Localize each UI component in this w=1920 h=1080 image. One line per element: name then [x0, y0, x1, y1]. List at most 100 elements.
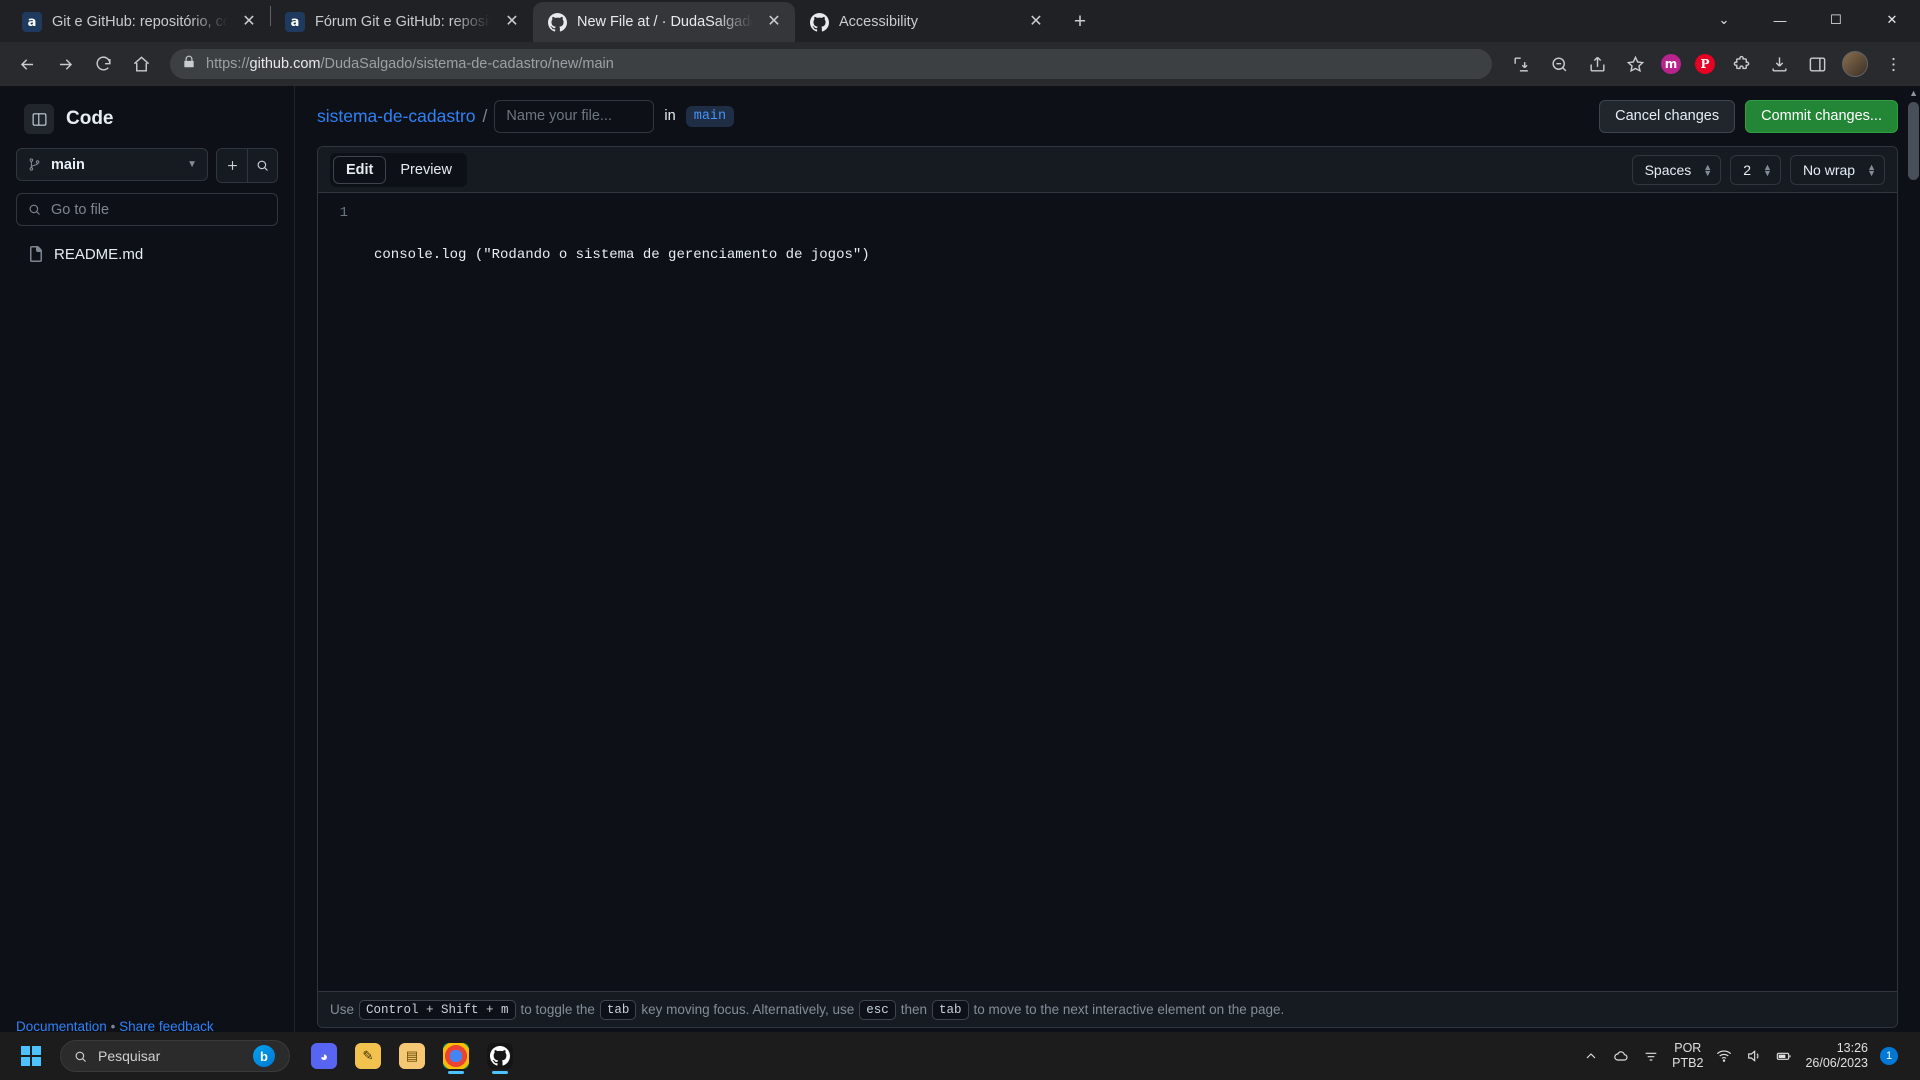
install-app-icon[interactable]	[1504, 47, 1538, 81]
branch-selector[interactable]: main ▼	[16, 148, 208, 181]
hint-key-4: tab	[932, 999, 969, 1020]
three-dot-menu-icon[interactable]	[1876, 47, 1910, 81]
browser-chrome: a Git e GitHub: repositório, commit e ✕ …	[0, 0, 1920, 86]
maximize-button[interactable]: ☐	[1808, 0, 1864, 40]
github-page: Code main ▼ Go to file README.md Documen…	[0, 86, 1920, 1050]
extensions-puzzle-icon[interactable]	[1724, 47, 1758, 81]
side-panel-icon[interactable]	[1800, 47, 1834, 81]
go-to-file-input[interactable]: Go to file	[16, 193, 278, 226]
accessibility-hint: Use Control + Shift + m to toggle the ta…	[318, 991, 1897, 1027]
tab-close-icon[interactable]: ✕	[1025, 11, 1047, 33]
clock[interactable]: 13:26 26/06/2023	[1805, 1041, 1868, 1071]
volume-icon[interactable]	[1745, 1047, 1763, 1065]
line-number: 1	[339, 205, 348, 221]
profile-avatar[interactable]	[1838, 47, 1872, 81]
search-icon	[29, 204, 40, 215]
share-icon[interactable]	[1580, 47, 1614, 81]
code-content[interactable]: console.log ("Rodando o sistema de geren…	[360, 203, 1897, 991]
code-area[interactable]: 1 console.log ("Rodando o sistema de ger…	[318, 193, 1897, 991]
clock-time: 13:26	[1836, 1041, 1868, 1055]
mastodon-extension-icon[interactable]: m	[1656, 49, 1686, 79]
windows-start-icon[interactable]	[8, 1036, 54, 1076]
tab-strip: a Git e GitHub: repositório, commit e ✕ …	[0, 0, 1920, 42]
scrollbar-thumb[interactable]	[1908, 102, 1919, 180]
onedrive-cloud-icon[interactable]	[1612, 1047, 1630, 1065]
language-indicator[interactable]: POR PTB2	[1672, 1041, 1703, 1071]
network-icon[interactable]	[1642, 1047, 1660, 1065]
home-icon[interactable]	[124, 47, 158, 81]
line-number-gutter: 1	[318, 203, 360, 991]
cancel-changes-button[interactable]: Cancel changes	[1599, 99, 1736, 133]
file-explorer-icon[interactable]: ▤	[392, 1036, 432, 1076]
browser-tab[interactable]: a Fórum Git e GitHub: repositório, com ✕	[271, 2, 533, 42]
indent-mode-select[interactable]: Spaces ▲ ▼	[1631, 154, 1722, 185]
chrome-icon[interactable]	[436, 1036, 476, 1076]
forward-arrow-icon[interactable]	[48, 47, 82, 81]
commit-changes-button[interactable]: Commit changes...	[1745, 99, 1898, 133]
side-panel-collapse-icon[interactable]	[24, 104, 54, 134]
hint-key-2: tab	[599, 999, 637, 1020]
close-window-button[interactable]: ✕	[1864, 0, 1920, 40]
tab-close-icon[interactable]: ✕	[238, 11, 260, 33]
list-item[interactable]: README.md	[28, 240, 278, 268]
pinterest-extension-icon[interactable]: P	[1690, 49, 1720, 79]
taskbar-apps: ◕ ✎ ▤	[304, 1036, 520, 1076]
stepper-icon: ▲ ▼	[1867, 161, 1876, 178]
notification-badge[interactable]: 1	[1880, 1047, 1898, 1065]
address-bar[interactable]: https://github.com/DudaSalgado/sistema-d…	[170, 49, 1492, 79]
github-icon	[809, 12, 829, 32]
url-protocol: https://	[206, 56, 250, 72]
system-tray: POR PTB2 13:26 26/06/2023 1	[1582, 1041, 1912, 1071]
editor-settings: Spaces ▲ ▼ 2 ▲ ▼ No wrap ▲ ▼	[1631, 154, 1885, 185]
chevron-up-icon[interactable]	[1582, 1047, 1600, 1065]
browser-tab[interactable]: Accessibility ✕	[795, 2, 1057, 42]
wifi-icon[interactable]	[1715, 1047, 1733, 1065]
downloads-icon[interactable]	[1762, 47, 1796, 81]
ext-m-label: m	[1661, 54, 1681, 74]
github-desktop-icon[interactable]	[480, 1036, 520, 1076]
tab-title: Accessibility	[839, 14, 918, 30]
new-tab-button[interactable]: +	[1063, 5, 1097, 39]
indent-size-value: 2	[1743, 161, 1752, 178]
hint-part-3: key moving focus. Alternatively, use	[641, 1002, 855, 1017]
tab-preview[interactable]: Preview	[388, 156, 464, 184]
browser-tab[interactable]: a Git e GitHub: repositório, commit e ✕	[8, 2, 270, 42]
indent-size-select[interactable]: 2 ▲ ▼	[1730, 154, 1781, 185]
file-name-input[interactable]	[494, 99, 655, 133]
plus-icon[interactable]	[217, 149, 247, 182]
tab-title: Fórum Git e GitHub: repositório, com	[315, 14, 491, 30]
sidebar-actions	[216, 148, 278, 183]
browser-tab-active[interactable]: New File at / · DudaSalgado/sistema ✕	[533, 2, 795, 42]
file-name: README.md	[54, 245, 144, 263]
tab-close-icon[interactable]: ✕	[763, 11, 785, 33]
search-placeholder: Pesquisar	[98, 1048, 161, 1064]
repo-link[interactable]: sistema-de-cadastro	[317, 106, 476, 127]
lock-icon	[182, 55, 196, 74]
url-text: https://github.com/DudaSalgado/sistema-d…	[206, 56, 614, 72]
bing-icon[interactable]: b	[253, 1045, 275, 1067]
notes-icon[interactable]: ✎	[348, 1036, 388, 1076]
hint-part-5: to move to the next interactive element …	[973, 1002, 1285, 1017]
taskbar-search-input[interactable]: Pesquisar b	[60, 1040, 290, 1072]
language-line-2: PTB2	[1672, 1056, 1704, 1070]
battery-icon[interactable]	[1775, 1047, 1793, 1065]
zoom-out-icon[interactable]	[1542, 47, 1576, 81]
tab-edit[interactable]: Edit	[333, 155, 387, 184]
star-icon[interactable]	[1618, 47, 1652, 81]
reload-icon[interactable]	[86, 47, 120, 81]
scroll-up-arrow-icon[interactable]: ▲	[1909, 88, 1918, 98]
minimize-button[interactable]: —	[1752, 0, 1808, 40]
wrap-mode-select[interactable]: No wrap ▲ ▼	[1789, 154, 1885, 185]
indent-mode-value: Spaces	[1644, 161, 1692, 178]
back-arrow-icon[interactable]	[10, 47, 44, 81]
page-scrollbar[interactable]: ▲	[1906, 86, 1920, 1034]
editor-main: sistema-de-cadastro / in main Cancel cha…	[295, 86, 1920, 1050]
tab-close-icon[interactable]: ✕	[501, 11, 523, 33]
tab-search-chevron-down-icon[interactable]: ⌄	[1696, 0, 1752, 40]
in-label: in	[664, 108, 676, 124]
search-icon[interactable]	[247, 149, 277, 182]
alura-icon: a	[285, 12, 305, 32]
wrap-mode-value: No wrap	[1802, 161, 1856, 178]
discord-icon[interactable]: ◕	[304, 1036, 344, 1076]
windows-taskbar: Pesquisar b ◕ ✎ ▤ POR PTB2 13:26 26/06/2…	[0, 1032, 1920, 1080]
